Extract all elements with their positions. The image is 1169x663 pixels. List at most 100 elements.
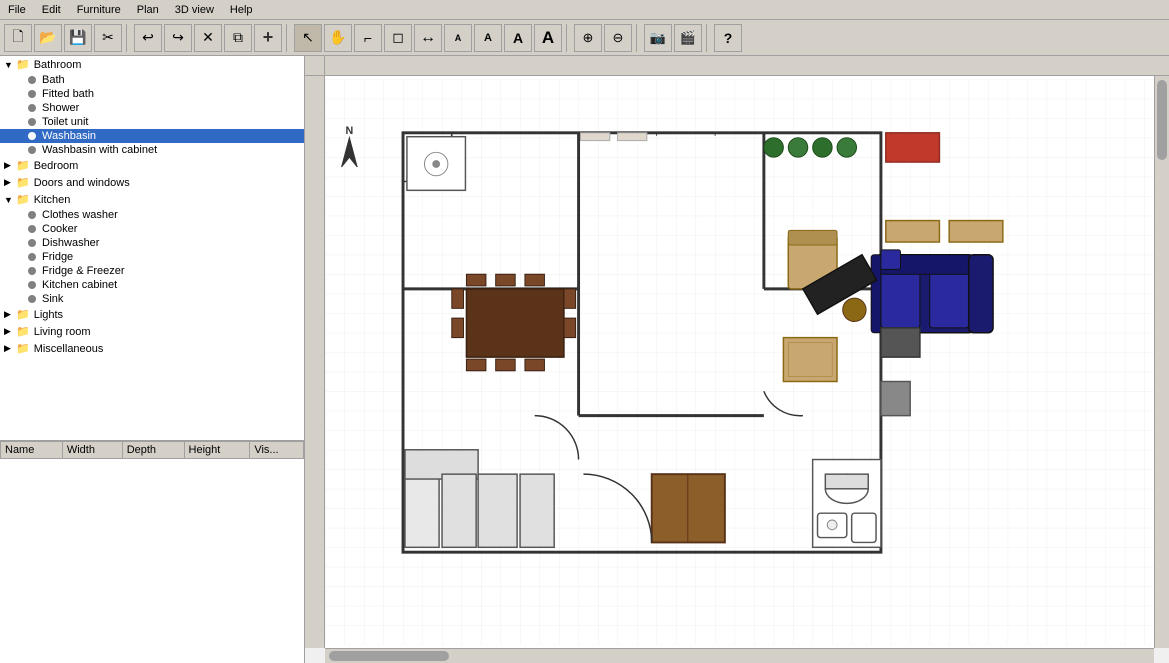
ruler-horizontal [305, 56, 1169, 76]
floorplan-svg: N [325, 76, 1154, 648]
item-kitchen-cabinet-label: Kitchen cabinet [42, 279, 117, 291]
category-bathroom[interactable]: ▼ 📁 Bathroom [0, 56, 304, 73]
bullet-washbasin [28, 132, 36, 140]
expand-lights: ▶ [4, 309, 14, 320]
create-wall-button[interactable]: ⌐ [354, 24, 382, 52]
col-name: Name [1, 442, 63, 459]
category-living-label: Living room [34, 326, 91, 338]
open-button[interactable]: 📂 [34, 24, 62, 52]
menu-help[interactable]: Help [222, 2, 261, 18]
add-furniture-button[interactable]: + [254, 24, 282, 52]
menubar: File Edit Furniture Plan 3D view Help [0, 0, 1169, 20]
video-button[interactable]: 🎬 [674, 24, 702, 52]
save-button[interactable]: 💾 [64, 24, 92, 52]
text-l-button[interactable]: A [504, 24, 532, 52]
item-bath-label: Bath [42, 74, 65, 86]
category-lights[interactable]: ▶ 📁 Lights [0, 306, 304, 323]
ruler-corner [305, 56, 325, 75]
side-table [881, 382, 910, 416]
bullet-toilet-unit [28, 118, 36, 126]
create-room-button[interactable]: ◻ [384, 24, 412, 52]
floor-plan-canvas[interactable]: N [325, 76, 1154, 648]
main-layout: ▼ 📁 Bathroom Bath Fitted bath Shower Toi… [0, 56, 1169, 663]
menu-edit[interactable]: Edit [34, 2, 69, 18]
cut-button[interactable]: ✂ [94, 24, 122, 52]
bullet-fridge-freezer [28, 267, 36, 275]
expand-bathroom: ▼ [4, 60, 14, 70]
item-toilet-unit[interactable]: Toilet unit [0, 115, 304, 129]
furniture-tree[interactable]: ▼ 📁 Bathroom Bath Fitted bath Shower Toi… [0, 56, 304, 441]
item-dishwasher[interactable]: Dishwasher [0, 236, 304, 250]
duplicate-button[interactable]: ⧉ [224, 24, 252, 52]
item-cooker-label: Cooker [42, 223, 77, 235]
item-sink[interactable]: Sink [0, 292, 304, 306]
sep5 [706, 24, 710, 52]
left-panel: ▼ 📁 Bathroom Bath Fitted bath Shower Toi… [0, 56, 305, 663]
redo-button[interactable]: ↪ [164, 24, 192, 52]
scrollbar-horizontal[interactable] [325, 648, 1154, 663]
zoom-out-button[interactable]: ⊖ [604, 24, 632, 52]
zoom-in-button[interactable]: ⊕ [574, 24, 602, 52]
delete-button[interactable]: ✕ [194, 24, 222, 52]
item-fitted-bath[interactable]: Fitted bath [0, 87, 304, 101]
scrollbar-v-thumb[interactable] [1157, 80, 1167, 160]
new-button[interactable]: 🗋 [4, 24, 32, 52]
text-m-button[interactable]: A [474, 24, 502, 52]
ruler-v-label [305, 76, 324, 80]
shower [407, 137, 466, 191]
curtain2 [618, 133, 647, 141]
category-living[interactable]: ▶ 📁 Living room [0, 323, 304, 340]
item-cooker[interactable]: Cooker [0, 222, 304, 236]
pan-button[interactable]: ✋ [324, 24, 352, 52]
item-fridge-freezer[interactable]: Fridge & Freezer [0, 264, 304, 278]
item-kitchen-cabinet[interactable]: Kitchen cabinet [0, 278, 304, 292]
curtain1 [581, 133, 610, 141]
menu-plan[interactable]: Plan [129, 2, 167, 18]
item-bath[interactable]: Bath [0, 73, 304, 87]
menu-furniture[interactable]: Furniture [69, 2, 129, 18]
bullet-cooker [28, 225, 36, 233]
category-kitchen-label: Kitchen [34, 194, 71, 206]
category-doors-label: Doors and windows [34, 177, 130, 189]
item-clothes-washer[interactable]: Clothes washer [0, 208, 304, 222]
top-furniture-2 [949, 221, 1003, 242]
dimension-button[interactable]: ↔ [414, 24, 442, 52]
scrollbar-h-thumb[interactable] [329, 651, 449, 661]
text-xl-button[interactable]: A [534, 24, 562, 52]
col-width: Width [62, 442, 122, 459]
furniture-data-table: Name Width Depth Height Vis... [0, 441, 304, 459]
text-s-button[interactable]: A [444, 24, 472, 52]
help-button[interactable]: ? [714, 24, 742, 52]
item-fridge[interactable]: Fridge [0, 250, 304, 264]
expand-living: ▶ [4, 326, 14, 337]
expand-doors: ▶ [4, 177, 14, 188]
category-lights-label: Lights [34, 309, 63, 321]
sep4 [636, 24, 640, 52]
ruler-vertical [305, 76, 325, 648]
category-misc[interactable]: ▶ 📁 Miscellaneous [0, 340, 304, 357]
item-washbasin-cabinet-label: Washbasin with cabinet [42, 144, 157, 156]
camera-button[interactable]: 📷 [644, 24, 672, 52]
item-washbasin[interactable]: Washbasin [0, 129, 304, 143]
bullet-bath [28, 76, 36, 84]
menu-file[interactable]: File [0, 2, 34, 18]
furniture-table[interactable]: Name Width Depth Height Vis... [0, 441, 304, 663]
undo-button[interactable]: ↩ [134, 24, 162, 52]
svg-text:N: N [346, 125, 354, 137]
category-kitchen[interactable]: ▼ 📁 Kitchen [0, 191, 304, 208]
category-misc-label: Miscellaneous [34, 343, 104, 355]
category-doors[interactable]: ▶ 📁 Doors and windows [0, 174, 304, 191]
bullet-shower [28, 104, 36, 112]
bullet-fitted-bath [28, 90, 36, 98]
col-height: Height [184, 442, 250, 459]
item-shower[interactable]: Shower [0, 101, 304, 115]
select-button[interactable]: ↖ [294, 24, 322, 52]
category-bedroom[interactable]: ▶ 📁 Bedroom [0, 157, 304, 174]
scrollbar-vertical[interactable] [1154, 76, 1169, 648]
item-washbasin-cabinet[interactable]: Washbasin with cabinet [0, 143, 304, 157]
folder-doors-icon: 📁 [16, 176, 30, 189]
menu-3dview[interactable]: 3D view [167, 2, 222, 18]
side-table2 [881, 328, 920, 357]
bullet-sink [28, 295, 36, 303]
toolbar: 🗋 📂 💾 ✂ ↩ ↪ ✕ ⧉ + ↖ ✋ ⌐ ◻ ↔ A A A A ⊕ ⊖ … [0, 20, 1169, 56]
